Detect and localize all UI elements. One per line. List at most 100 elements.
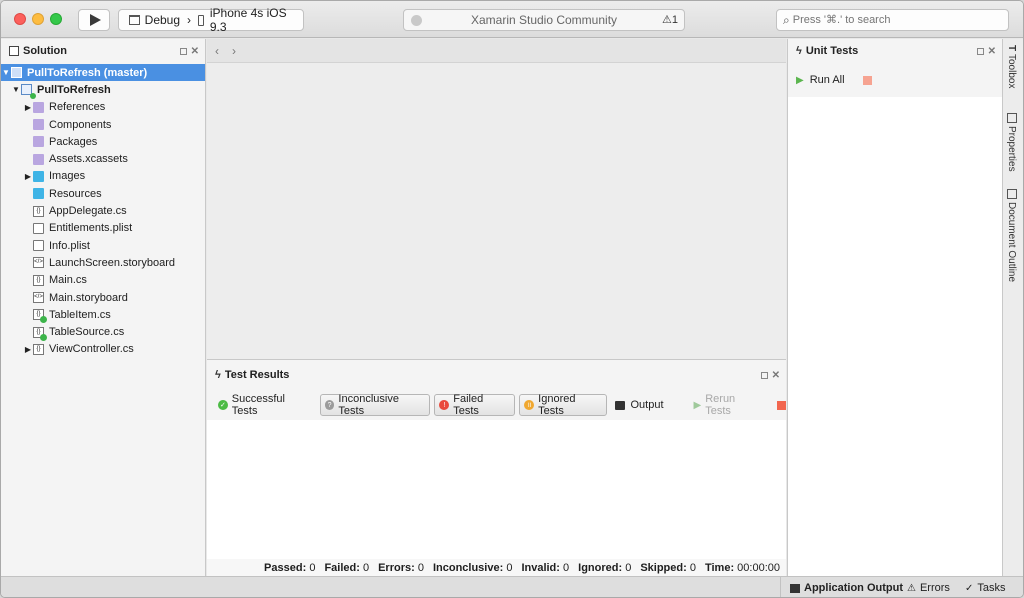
pause-circle-icon: ॥ xyxy=(524,400,535,410)
close-pane-icon[interactable]: ✕ xyxy=(988,46,996,57)
successful-tests-toggle[interactable]: ✓ Successful Tests xyxy=(214,393,316,417)
tree-item-label: LaunchScreen.storyboard xyxy=(49,256,175,269)
tree-item-label: Resources xyxy=(49,187,102,200)
folder-icon xyxy=(33,188,44,200)
status-text: Xamarin Studio Community xyxy=(470,13,618,27)
play-icon xyxy=(90,14,101,26)
tree-item-project[interactable]: ▼ PullToRefresh xyxy=(1,81,205,100)
bottom-status-bar: Application Output ⚠ Errors ✓ Tasks xyxy=(1,576,1023,597)
tree-item-components[interactable]: Components xyxy=(1,116,205,133)
inconclusive-tests-toggle[interactable]: ? Inconclusive Tests xyxy=(319,393,431,417)
expand-arrow-icon[interactable]: ▶ xyxy=(23,172,33,181)
phone-icon xyxy=(198,14,204,26)
csharp-file-added-icon: {} xyxy=(33,309,47,324)
run-configuration-selector[interactable]: Debug › iPhone 4s iOS 9.3 xyxy=(118,6,304,34)
tree-item-references[interactable]: ▶ References xyxy=(1,99,205,116)
run-button[interactable] xyxy=(78,9,110,31)
expand-arrow-icon[interactable]: ▼ xyxy=(11,85,21,94)
errors-button[interactable]: ⚠ Errors xyxy=(907,582,950,594)
tree-item-label: TableItem.cs xyxy=(49,308,111,321)
tree-item-label: PullToRefresh xyxy=(37,83,111,96)
output-toggle[interactable]: Output xyxy=(611,394,667,416)
csharp-file-icon: {} xyxy=(33,343,44,355)
test-results-toolbar: ✓ Successful Tests ? Inconclusive Tests … xyxy=(207,390,786,420)
expand-arrow-icon[interactable]: ▶ xyxy=(23,103,33,112)
tree-item-label: Info.plist xyxy=(49,239,90,252)
tree-item-assets[interactable]: Assets.xcassets xyxy=(1,150,205,167)
tree-item-solution[interactable]: ▼ PullToRefresh (master) xyxy=(1,64,205,82)
run-tests-icon: ▶ xyxy=(693,399,702,411)
tree-item-main-storyboard[interactable]: </> Main.storyboard xyxy=(1,289,205,306)
tree-item-images[interactable]: ▶ Images xyxy=(1,168,205,185)
tree-item-viewcontroller[interactable]: ▶ {} ViewController.cs xyxy=(1,341,205,358)
tree-item-main-cs[interactable]: {} Main.cs xyxy=(1,272,205,289)
test-results-pad: ϟ Test Results ✕ ✓ Successful Tests ? In… xyxy=(207,359,786,576)
minimize-window-button[interactable] xyxy=(32,13,44,25)
search-input[interactable] xyxy=(792,14,993,26)
tree-item-tablesource[interactable]: {} TableSource.cs xyxy=(1,323,205,341)
question-circle-icon: ? xyxy=(324,400,335,410)
stop-icon[interactable] xyxy=(862,75,872,85)
failed-tests-toggle[interactable]: ! Failed Tests xyxy=(434,393,516,417)
restore-pane-icon[interactable] xyxy=(976,48,984,55)
tree-item-label: TableSource.cs xyxy=(49,326,125,339)
folder-icon xyxy=(33,170,44,182)
warning-icon: ⚠ xyxy=(907,582,916,594)
run-all-button[interactable]: Run All xyxy=(810,74,845,86)
tree-item-label: Main.cs xyxy=(49,274,87,287)
device-label[interactable]: iPhone 4s iOS 9.3 xyxy=(210,6,303,34)
tree-item-label: Entitlements.plist xyxy=(49,222,133,235)
unit-tests-pad: ϟ Unit Tests ✕ ▶ Run All xyxy=(787,39,1002,576)
rerun-tests-button[interactable]: ▶ Rerun Tests xyxy=(694,393,763,417)
csharp-file-icon: {} xyxy=(33,274,44,286)
tree-item-launchscreen[interactable]: </> LaunchScreen.storyboard xyxy=(1,254,205,271)
tree-item-appdelegate[interactable]: {} AppDelegate.cs xyxy=(1,202,205,219)
tree-item-tableitem[interactable]: {} TableItem.cs xyxy=(1,306,205,324)
tree-item-label: PullToRefresh (master) xyxy=(27,66,148,79)
warning-indicator[interactable]: ⚠1 xyxy=(662,13,678,26)
zoom-window-button[interactable] xyxy=(50,13,62,25)
tree-item-infoplist[interactable]: Info.plist xyxy=(1,237,205,254)
tree-item-resources[interactable]: Resources xyxy=(1,185,205,202)
inconclusive-count: 0 xyxy=(506,561,513,574)
right-dock: T Toolbox Properties Document Outline xyxy=(1002,39,1023,576)
toolbox-tab[interactable]: T Toolbox xyxy=(1006,45,1017,89)
restore-pane-icon[interactable] xyxy=(760,372,768,379)
tree-item-label: Packages xyxy=(49,135,98,148)
application-output-button[interactable]: Application Output xyxy=(790,582,903,594)
nav-back-icon[interactable]: ‹ xyxy=(215,44,219,58)
global-search[interactable]: ⌕ xyxy=(776,9,1009,31)
tree-item-entitlements[interactable]: Entitlements.plist xyxy=(1,220,205,237)
storyboard-file-icon: </> xyxy=(33,257,44,269)
close-window-button[interactable] xyxy=(14,13,26,25)
stop-icon[interactable] xyxy=(777,400,786,410)
solution-tree: ▼ PullToRefresh (master) ▼ PullToRefresh… xyxy=(1,64,205,358)
editor-area: ‹ › xyxy=(207,39,786,359)
warning-icon: ⚠ xyxy=(662,14,672,26)
elapsed-time: 00:00:00 xyxy=(737,561,780,574)
ignored-tests-toggle[interactable]: ॥ Ignored Tests xyxy=(519,393,608,417)
tree-item-packages[interactable]: Packages xyxy=(1,133,205,150)
tasks-button[interactable]: ✓ Tasks xyxy=(965,582,1006,594)
solution-pad: Solution ✕ ▼ PullToRefresh (master) ▼ Pu… xyxy=(1,39,206,576)
window-icon xyxy=(129,15,140,25)
close-pane-icon[interactable]: ✕ xyxy=(772,370,780,381)
restore-pane-icon[interactable] xyxy=(179,48,187,55)
document-outline-tab[interactable]: Document Outline xyxy=(1006,189,1017,282)
properties-tab[interactable]: Properties xyxy=(1006,113,1017,172)
configuration-label[interactable]: Debug xyxy=(145,13,180,27)
project-icon xyxy=(21,84,36,100)
checkmark-icon: ✓ xyxy=(965,582,974,594)
nav-forward-icon[interactable]: › xyxy=(232,44,236,58)
xamarin-logo-icon xyxy=(411,15,422,26)
terminal-icon xyxy=(615,400,626,410)
expand-arrow-icon[interactable]: ▼ xyxy=(1,68,11,77)
solution-pad-icon xyxy=(9,46,19,56)
unit-tests-header: ϟ Unit Tests ✕ xyxy=(788,39,1002,63)
expand-arrow-icon[interactable]: ▶ xyxy=(23,345,33,354)
editor-navigation: ‹ › xyxy=(207,39,786,63)
main-toolbar: Debug › iPhone 4s iOS 9.3 Xamarin Studio… xyxy=(1,1,1023,38)
lightning-icon: ϟ xyxy=(215,369,221,381)
close-pane-icon[interactable]: ✕ xyxy=(191,46,199,57)
tree-item-label: Main.storyboard xyxy=(49,291,128,304)
